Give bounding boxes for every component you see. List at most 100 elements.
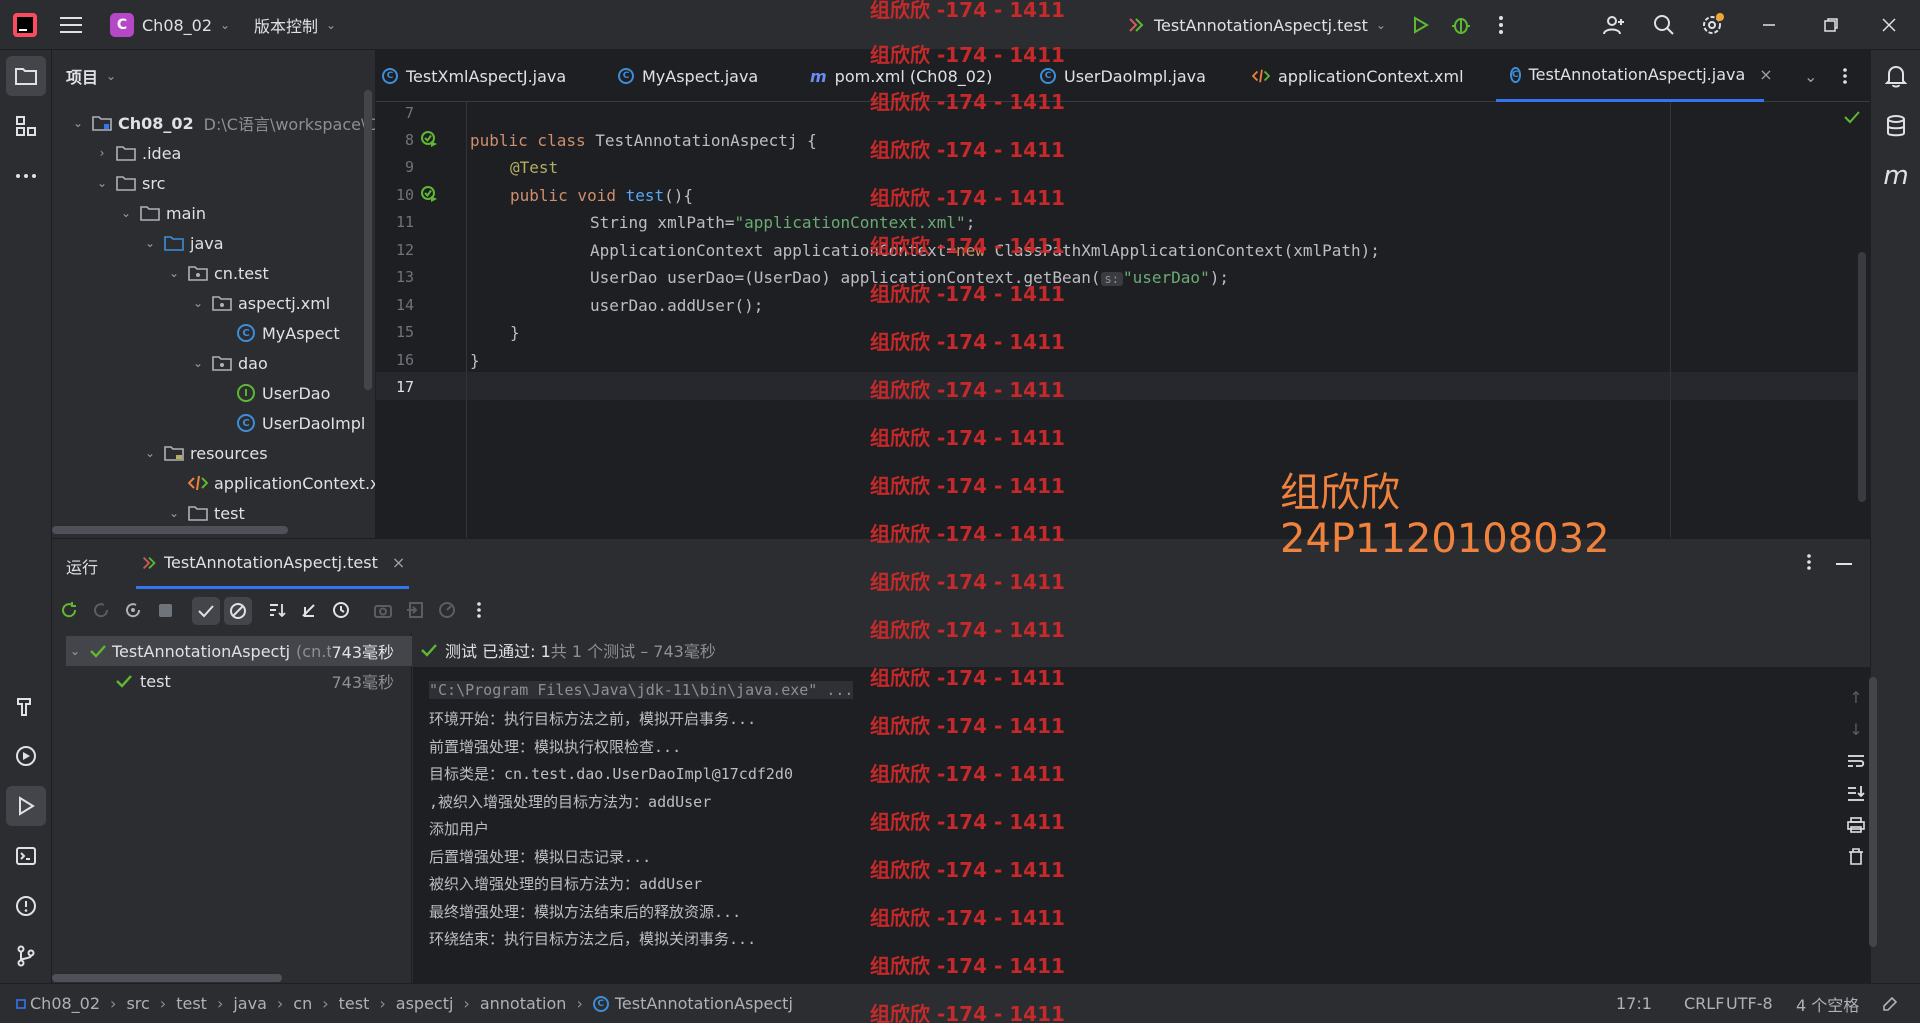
minimize-panel-icon[interactable] <box>1836 563 1852 565</box>
collapse-all-icon[interactable] <box>298 599 320 621</box>
file-encoding[interactable]: UTF-8 <box>1726 994 1773 1013</box>
tab-testxmlaspectj[interactable]: C TestXmlAspectJ.java <box>382 50 566 102</box>
git-tool-button[interactable] <box>6 936 46 976</box>
debug-button[interactable] <box>1450 0 1472 50</box>
rerun-failed-icon[interactable] <box>90 599 112 621</box>
run-config-selector[interactable]: TestAnnotationAspectj.test ⌄ <box>1126 0 1386 50</box>
tree-item-main[interactable]: ⌄ main <box>118 198 375 228</box>
sort-icon[interactable] <box>266 599 288 621</box>
arrow-down-icon[interactable]: ↓ <box>1846 719 1866 739</box>
horizontal-scrollbar[interactable] <box>52 974 282 982</box>
read-write-lock-icon[interactable] <box>1882 996 1898 1012</box>
console-output[interactable]: "C:\Program Files\Java\jdk-11\bin\java.e… <box>413 667 1877 984</box>
vertical-scrollbar[interactable] <box>364 90 372 390</box>
tree-item-myaspect[interactable]: C MyAspect <box>236 318 375 348</box>
services-tool-button[interactable] <box>6 736 46 776</box>
rerun-icon[interactable] <box>58 599 80 621</box>
code-editor[interactable]: 7 8 9 10 11 12 13 14 15 16 17 public cla… <box>376 102 1870 538</box>
test-tree-item[interactable]: test 743毫秒 <box>116 666 412 696</box>
tree-item-userdao[interactable]: I UserDao <box>236 378 375 408</box>
editor-scrollbar[interactable] <box>1858 252 1866 502</box>
stop-icon[interactable] <box>154 599 176 621</box>
console-command-line[interactable]: "C:\Program Files\Java\jdk-11\bin\java.e… <box>429 681 854 699</box>
tree-item-java[interactable]: ⌄ java <box>142 228 375 258</box>
console-scrollbar[interactable] <box>1869 677 1877 947</box>
tree-item-src[interactable]: ⌄ src <box>94 168 375 198</box>
test-tree-root[interactable]: ⌄ TestAnnotationAspectj (cn.t 743毫秒 <box>66 636 412 666</box>
run-test-gutter-icon[interactable] <box>420 130 438 148</box>
vcs-menu[interactable]: 版本控制 ⌄ <box>254 0 336 50</box>
arrow-up-icon[interactable]: ↑ <box>1846 687 1866 707</box>
soft-wrap-icon[interactable] <box>1846 751 1866 771</box>
more-icon[interactable] <box>472 599 486 621</box>
coverage-icon[interactable] <box>436 599 458 621</box>
more-actions-icon[interactable] <box>1498 0 1504 50</box>
breadcrumb-item[interactable]: java <box>233 994 267 1013</box>
settings-gear-icon[interactable] <box>1700 0 1726 50</box>
project-tool-button[interactable] <box>6 56 46 96</box>
more-tools-icon[interactable] <box>6 156 46 196</box>
no-problems-check-icon[interactable] <box>1844 110 1860 124</box>
tree-item-resources[interactable]: ⌄ resources <box>142 438 375 468</box>
tab-testannotationaspectj[interactable]: C TestAnnotationAspectj.java × <box>1496 50 1773 102</box>
app-logo-icon[interactable] <box>12 0 38 50</box>
tree-item-dao[interactable]: ⌄ dao <box>190 348 375 378</box>
tree-item-root[interactable]: ⌄ Ch08_02 D:\C语言\workspace\C <box>70 108 375 138</box>
breadcrumb-item[interactable]: test <box>339 994 370 1013</box>
breadcrumb-item[interactable]: cn <box>293 994 312 1013</box>
show-passed-toggle[interactable] <box>192 597 220 625</box>
breadcrumb-item[interactable]: aspectj <box>396 994 454 1013</box>
tree-item-applicationcontext[interactable]: applicationContext.xml <box>188 468 375 498</box>
search-icon[interactable] <box>1652 0 1676 50</box>
tree-item-cn-test[interactable]: ⌄ cn.test <box>166 258 375 288</box>
print-icon[interactable] <box>1846 815 1866 835</box>
close-tab-icon[interactable]: × <box>392 553 405 572</box>
breadcrumb-item[interactable]: test <box>176 994 207 1013</box>
close-icon[interactable] <box>1882 0 1896 50</box>
breadcrumb-item[interactable]: TestAnnotationAspectj <box>615 994 793 1013</box>
caret-position[interactable]: 17:1 <box>1616 994 1652 1013</box>
run-tool-button[interactable] <box>6 786 46 826</box>
database-icon[interactable] <box>1876 106 1916 146</box>
camera-icon[interactable] <box>372 599 394 621</box>
run-test-gutter-icon[interactable] <box>420 185 438 203</box>
terminal-tool-button[interactable] <box>6 836 46 876</box>
run-panel-options-icon[interactable] <box>1806 553 1812 571</box>
chevron-down-icon: ⌄ <box>220 18 231 32</box>
run-tab[interactable]: TestAnnotationAspectj.test × <box>136 539 410 589</box>
add-user-icon[interactable] <box>1602 0 1626 50</box>
watermark-text: 组欣欣 -174 - 1411 <box>870 0 1065 22</box>
close-tab-icon[interactable]: × <box>1759 65 1772 84</box>
run-button[interactable] <box>1410 0 1430 50</box>
tab-applicationcontext[interactable]: applicationContext.xml <box>1252 50 1464 102</box>
maven-tool-icon[interactable]: m <box>1876 156 1916 196</box>
history-clock-icon[interactable] <box>330 599 352 621</box>
toggle-auto-test-icon[interactable] <box>122 599 144 621</box>
indent-setting[interactable]: 4 个空格 <box>1796 992 1859 1016</box>
horizontal-scrollbar[interactable] <box>52 526 288 534</box>
problems-tool-button[interactable] <box>6 886 46 926</box>
trash-icon[interactable] <box>1846 847 1866 867</box>
project-pane-header[interactable]: 项目 ⌄ <box>66 64 116 88</box>
tree-item-idea[interactable]: › .idea <box>94 138 375 168</box>
main-menu-icon[interactable] <box>60 0 82 50</box>
structure-tool-button[interactable] <box>6 106 46 146</box>
scroll-to-end-icon[interactable] <box>1846 783 1866 803</box>
breadcrumb-item[interactable]: annotation <box>480 994 567 1013</box>
tab-myaspect[interactable]: C MyAspect.java <box>618 50 758 102</box>
minimize-icon[interactable] <box>1762 0 1776 50</box>
tree-item-test[interactable]: ⌄ test <box>166 498 375 528</box>
tree-item-userdaoimpl[interactable]: C UserDaoImpl <box>236 408 375 438</box>
import-tests-icon[interactable] <box>404 599 426 621</box>
notifications-bell-icon[interactable] <box>1876 56 1916 96</box>
breadcrumb-item[interactable]: Ch08_02 <box>30 994 100 1013</box>
line-separator[interactable]: CRLF <box>1684 994 1724 1013</box>
restore-icon[interactable] <box>1824 0 1838 50</box>
build-tool-button[interactable] <box>6 686 46 726</box>
tab-options-icon[interactable] <box>1842 50 1848 102</box>
tabs-overflow-icon[interactable]: ⌄ <box>1804 50 1817 102</box>
breadcrumb-item[interactable]: src <box>126 994 149 1013</box>
tree-item-aspectj-xml[interactable]: ⌄ aspectj.xml <box>190 288 375 318</box>
project-switcher[interactable]: C Ch08_02 ⌄ <box>110 0 230 50</box>
show-ignored-toggle[interactable] <box>224 597 252 625</box>
